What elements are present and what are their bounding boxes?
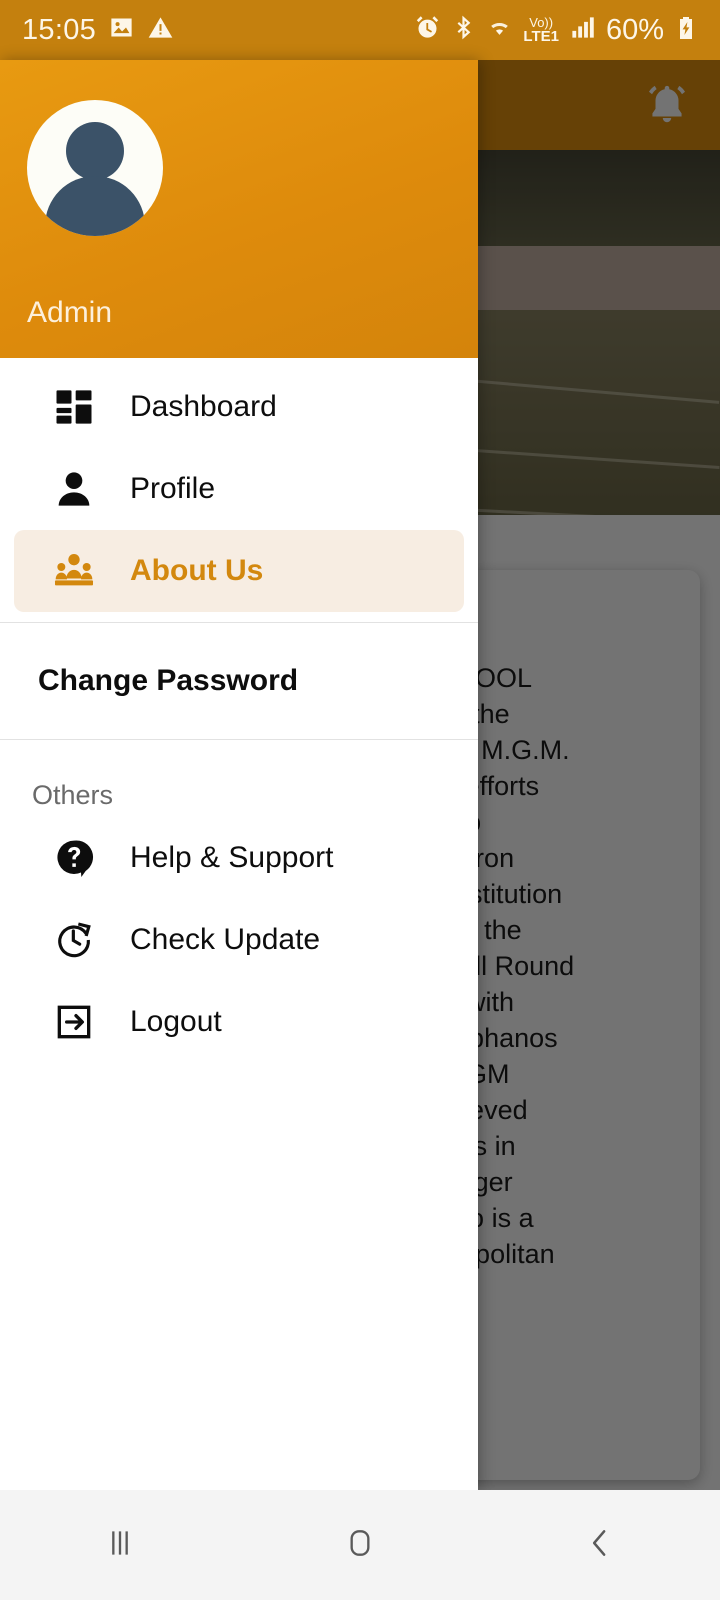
menu-item-check-update[interactable]: Check Update [14,899,464,981]
dashboard-icon [50,383,98,431]
volte-icon: Vo)) LTE1 [523,16,559,44]
logout-icon [50,998,98,1046]
back-chevron-icon [580,1523,620,1568]
menu-item-logout[interactable]: Logout [14,981,464,1063]
status-bar: 15:05 Vo)) LTE1 60% [0,0,720,60]
signal-icon [569,14,596,46]
menu-label-dashboard: Dashboard [130,390,277,423]
menu-item-help-support[interactable]: Help & Support [14,817,464,899]
menu-label-logout: Logout [130,1005,222,1038]
drawer-username: Admin [27,296,113,329]
drawer-menu-list: Dashboard Profile About Us Change Passwo… [0,358,478,1063]
battery-percent: 60% [605,13,664,46]
warning-icon [147,14,174,46]
divider-top [0,622,478,623]
menu-item-dashboard[interactable]: Dashboard [14,366,464,448]
navigation-drawer: Admin Dashboard Profile About Us Change … [0,60,478,1490]
menu-label-profile: Profile [130,472,216,505]
avatar[interactable] [27,100,163,236]
help-circle-icon [50,834,98,882]
bluetooth-icon [451,15,476,45]
battery-charging-icon [674,14,698,47]
menu-item-profile[interactable]: Profile [14,448,464,530]
menu-item-about-us[interactable]: About Us [14,530,464,612]
drawer-header: Admin [0,60,478,358]
home-icon [340,1523,380,1568]
menu-item-change-password[interactable]: Change Password [0,633,478,729]
gallery-icon [108,14,135,46]
home-button[interactable] [290,1490,430,1600]
menu-label-check-update: Check Update [130,923,321,956]
android-navigation-bar [0,1490,720,1600]
people-group-icon [50,547,98,595]
recents-button[interactable] [50,1490,190,1600]
menu-label-change-password: Change Password [38,664,299,697]
alarm-icon [414,14,441,46]
recents-icon [100,1523,140,1568]
status-time: 15:05 [22,13,97,46]
clock-refresh-icon [50,916,98,964]
volte-bottom: LTE1 [523,28,559,45]
menu-label-help-support: Help & Support [130,841,334,874]
divider-bottom [0,739,478,740]
status-bar-right: Vo)) LTE1 60% [414,14,698,47]
wifi-icon [486,14,513,46]
status-bar-left: 15:05 [22,14,174,47]
section-header-others: Others [32,780,114,810]
back-button[interactable] [530,1490,670,1600]
menu-label-about-us: About Us [130,554,264,587]
person-icon [50,465,98,513]
